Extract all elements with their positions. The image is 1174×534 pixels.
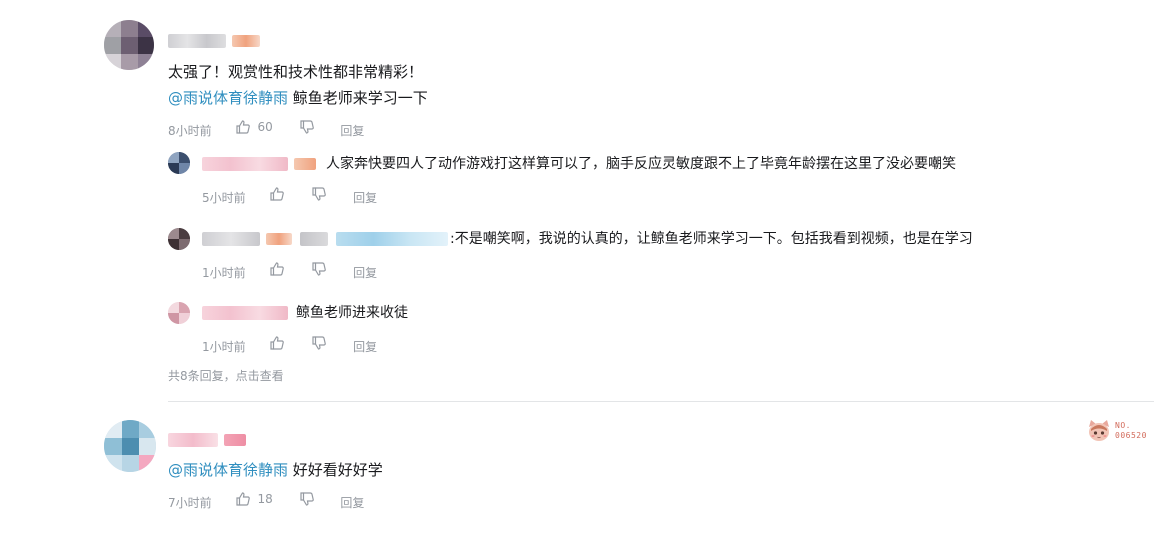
thumbs-up-icon [235,491,251,507]
username[interactable] [168,34,226,48]
dislike-button[interactable] [299,491,315,507]
thumbs-up-icon [269,186,285,202]
level-badge [224,434,246,446]
like-button[interactable] [269,335,285,351]
timestamp: 1小时前 [202,266,246,280]
dislike-button[interactable] [299,119,315,135]
username[interactable] [202,306,288,320]
thumbs-down-icon [299,119,315,135]
thumbs-up-icon [235,119,251,135]
reply-meta: 5小时前 回复 [202,186,377,207]
dislike-button[interactable] [311,186,327,202]
medal-no-label: NO. [1115,421,1131,430]
comment-text-mention-line: @雨说体育徐静雨 鲸鱼老师来学习一下 [168,88,428,108]
reply-button[interactable]: 回复 [353,338,377,356]
like-button[interactable]: 60 [235,118,273,136]
reply-text: 鲸鱼老师进来收徒 [296,305,408,321]
reply-button[interactable]: 回复 [340,122,364,140]
reply-text: 人家奔快要四人了动作游戏打这样算可以了，脑手反应灵敏度跟不上了毕竟年龄摆在这里了… [326,156,956,172]
dislike-button[interactable] [311,335,327,351]
reply-target-username[interactable] [300,232,328,246]
like-count: 60 [257,120,273,134]
view-more-replies[interactable]: 共8条回复，点击查看 [168,367,284,384]
like-button[interactable] [269,261,285,277]
fan-medal[interactable]: NO. 006520 [1086,418,1147,444]
medal-no-value: 006520 [1115,431,1147,440]
username[interactable] [168,433,218,447]
timestamp: 1小时前 [202,340,246,354]
level-badge [232,35,260,47]
reply-meta: 1小时前 回复 [202,261,377,282]
comment-item: 太强了！观赏性和技术性都非常精彩！ @雨说体育徐静雨 鲸鱼老师来学习一下 8小时… [0,0,1174,400]
comment-text-rest: 好好看好好学 [288,461,383,479]
level-badge [294,158,316,170]
thumbs-down-icon [311,261,327,277]
comment-meta: 7小时前 18 回复 [168,490,364,510]
thumbs-down-icon [299,491,315,507]
thumbs-down-icon [311,186,327,202]
avatar[interactable] [168,228,190,250]
comment-text: 太强了！观赏性和技术性都非常精彩！ [168,63,424,81]
reply-button[interactable]: 回复 [340,494,364,512]
dislike-button[interactable] [311,261,327,277]
like-button[interactable]: 18 [235,490,273,508]
thumbs-up-icon [269,261,285,277]
reply-meta: 1小时前 回复 [202,335,377,356]
reply-target-mention[interactable] [336,232,448,246]
mention-link[interactable]: @雨说体育徐静雨 [168,89,288,107]
timestamp: 8小时前 [168,124,212,138]
avatar[interactable] [168,152,190,174]
comment-text-rest: 鲸鱼老师来学习一下 [288,89,428,107]
avatar[interactable] [104,420,156,472]
thumbs-down-icon [311,335,327,351]
medal-number: NO. 006520 [1115,421,1147,441]
level-badge [266,233,292,245]
avatar[interactable] [168,302,190,324]
cat-mascot-icon [1086,418,1112,444]
like-count: 18 [257,492,273,506]
comment-text-mention-line: @雨说体育徐静雨 好好看好好学 [168,460,383,480]
username[interactable] [202,232,260,246]
username[interactable] [202,157,288,171]
reply-button[interactable]: 回复 [353,264,377,282]
like-button[interactable] [269,186,285,202]
reply-text: :不是嘲笑啊，我说的认真的，让鲸鱼老师来学习一下。包括我看到视频，也是在学习 [450,231,973,247]
mention-link[interactable]: @雨说体育徐静雨 [168,461,288,479]
comment-item: @雨说体育徐静雨 好好看好好学 7小时前 18 回复 NO. 006520 [0,402,1174,534]
thumbs-up-icon [269,335,285,351]
timestamp: 5小时前 [202,191,246,205]
timestamp: 7小时前 [168,496,212,510]
reply-button[interactable]: 回复 [353,189,377,207]
comment-meta: 8小时前 60 回复 [168,118,364,138]
avatar[interactable] [104,20,154,70]
